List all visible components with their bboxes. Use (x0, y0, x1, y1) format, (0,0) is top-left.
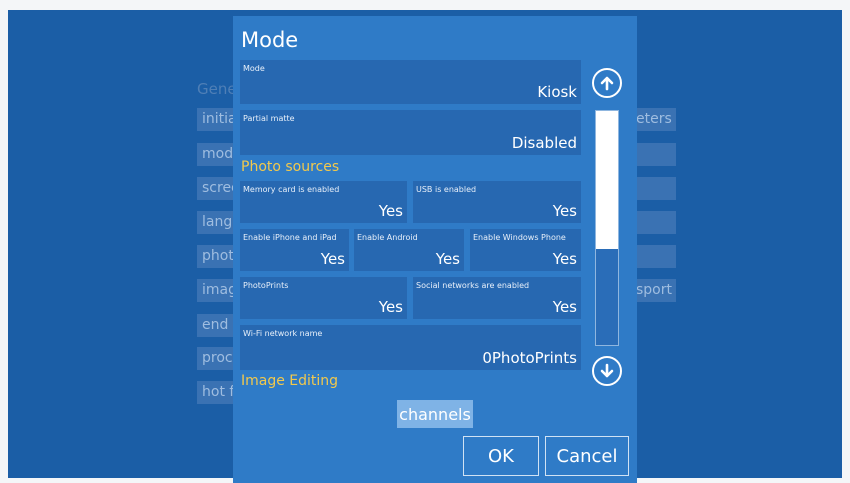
partial-matte-value: Disabled (511, 134, 577, 152)
android-value: Yes (435, 250, 460, 268)
background-tile-parameters: eters (636, 108, 676, 131)
memory-card-field[interactable]: Memory card is enabled Yes (240, 181, 407, 223)
iphone-field[interactable]: Enable iPhone and iPad Yes (240, 229, 349, 271)
ok-button[interactable]: OK (463, 436, 539, 476)
social-networks-field[interactable]: Social networks are enabled Yes (413, 277, 581, 319)
photoprints-field[interactable]: PhotoPrints Yes (240, 277, 407, 319)
mode-field-label: Mode (243, 64, 265, 73)
windows-phone-field[interactable]: Enable Windows Phone Yes (470, 229, 581, 271)
background-tile-right-5 (636, 245, 676, 268)
partial-matte-field[interactable]: Partial matte Disabled (240, 110, 581, 155)
background-tile-export: sport (636, 279, 676, 302)
arrow-up-circle-icon (600, 76, 614, 91)
background-general-heading: Gene (197, 80, 237, 98)
image-editing-heading: Image Editing (241, 373, 339, 389)
social-networks-label: Social networks are enabled (416, 281, 530, 290)
wifi-name-field[interactable]: Wi-Fi network name 0PhotoPrints (240, 325, 581, 370)
windows-phone-label: Enable Windows Phone (473, 233, 566, 242)
memory-card-label: Memory card is enabled (243, 185, 340, 194)
usb-value: Yes (552, 202, 577, 220)
usb-field[interactable]: USB is enabled Yes (413, 181, 581, 223)
mode-dialog: Mode Mode Kiosk Partial matte Disabled P… (233, 16, 637, 483)
android-field[interactable]: Enable Android Yes (354, 229, 464, 271)
mode-field[interactable]: Mode Kiosk (240, 60, 581, 104)
windows-phone-value: Yes (552, 250, 577, 268)
scrollbar-thumb[interactable] (596, 111, 618, 249)
photo-sources-heading: Photo sources (241, 159, 340, 175)
cancel-button[interactable]: Cancel (545, 436, 629, 476)
memory-card-value: Yes (378, 202, 403, 220)
wifi-name-value: 0PhotoPrints (482, 349, 577, 367)
iphone-label: Enable iPhone and iPad (243, 233, 337, 242)
dialog-title: Mode (241, 28, 299, 52)
wifi-name-label: Wi-Fi network name (243, 329, 323, 338)
background-tile-right-2 (636, 143, 676, 166)
usb-label: USB is enabled (416, 185, 477, 194)
photoprints-value: Yes (378, 298, 403, 316)
scroll-down-button[interactable] (592, 356, 622, 386)
social-networks-value: Yes (552, 298, 577, 316)
photoprints-label: PhotoPrints (243, 281, 289, 290)
background-tile-right-4 (636, 211, 676, 234)
iphone-value: Yes (320, 250, 345, 268)
partial-matte-label: Partial matte (243, 114, 295, 123)
scroll-up-button[interactable] (592, 68, 622, 98)
android-label: Enable Android (357, 233, 418, 242)
background-tile-right-3 (636, 177, 676, 200)
arrow-down-circle-icon (600, 363, 614, 378)
mode-field-value: Kiosk (537, 83, 577, 101)
channels-button[interactable]: channels (397, 400, 473, 428)
